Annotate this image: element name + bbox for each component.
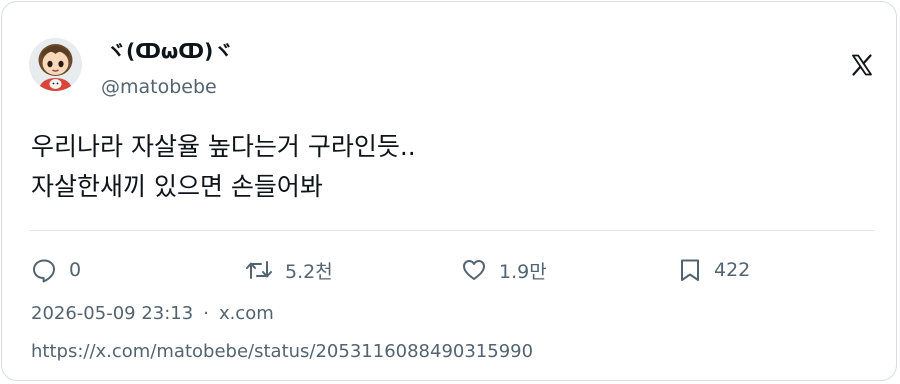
bookmark-button[interactable]: 422 [678,256,750,284]
tweet-line-1: 우리나라 자살율 높다는거 구라인듯.. [31,132,416,161]
timestamp[interactable]: 2026-05-09 23:13 [31,303,193,324]
reply-count: 0 [69,259,82,281]
meta-separator: · [203,303,209,324]
bookmark-count: 422 [714,259,751,281]
retweet-button[interactable]: 5.2천 [245,256,333,284]
tweet-line-2: 자살한새끼 있으면 손들어봐 [31,172,323,201]
reply-icon [33,259,55,283]
avatar[interactable] [29,38,82,91]
retweet-icon [246,261,272,279]
reply-button[interactable]: 0 [31,256,81,284]
tweet-text: 우리나라 자살율 높다는거 구라인듯.. 자살한새끼 있으면 손들어봐 [31,127,871,207]
divider [30,230,874,231]
tweet-card: ヾ(ↀωↀ)ヾ @matobebe 우리나라 자살율 높다는거 구라인듯.. 자… [1,1,897,381]
retweet-count: 5.2천 [285,260,333,283]
author-display-name[interactable]: ヾ(ↀωↀ)ヾ [106,38,233,64]
bookmark-icon [681,259,699,281]
tweet-meta: 2026-05-09 23:13 · x.com [31,301,274,327]
like-button[interactable]: 1.9만 [461,256,547,284]
x-logo-icon[interactable] [850,53,874,77]
like-count: 1.9만 [499,260,547,283]
status-url[interactable]: https://x.com/matobebe/status/2053116088… [31,339,533,365]
source-link[interactable]: x.com [219,303,274,324]
author-handle[interactable]: @matobebe [101,74,217,100]
heart-icon [463,260,485,280]
